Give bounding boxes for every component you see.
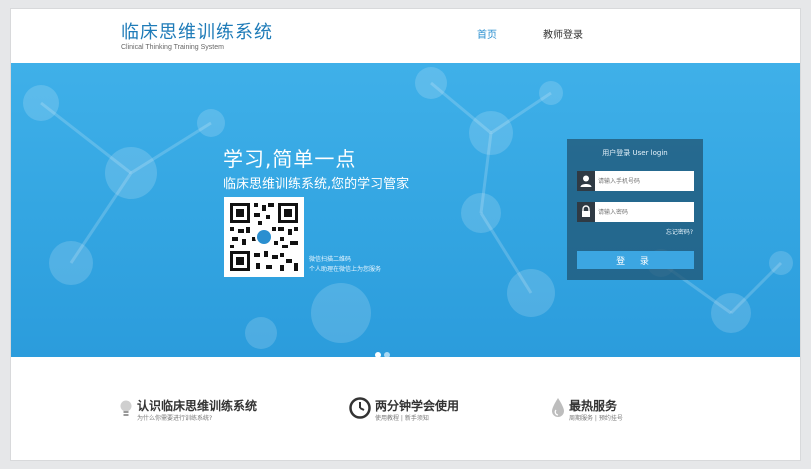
clock-icon xyxy=(349,397,371,419)
qr-note-line1: 微信扫描二维码 xyxy=(309,256,352,263)
logo-title: 临床思维训练系统 xyxy=(121,22,273,43)
feature-about-subtitle: 为什么你需要进行训练系统? xyxy=(137,415,213,422)
phone-input[interactable] xyxy=(598,171,690,191)
browser-frame: 临床思维训练系统 Clinical Thinking Training Syst… xyxy=(11,9,800,460)
lightbulb-icon xyxy=(120,400,132,416)
login-button[interactable]: 登 录 xyxy=(577,251,694,269)
forgot-password-link[interactable]: 忘记密码? xyxy=(666,227,693,236)
feature-tutorial-title: 两分钟学会使用 xyxy=(375,399,460,413)
carousel-dot-1[interactable] xyxy=(375,352,381,357)
drop-icon xyxy=(552,398,564,417)
login-title: 用户登录 User login xyxy=(602,149,668,157)
qr-code-icon xyxy=(224,197,304,277)
feature-services-subtitle: 周期服务 | 预约挂号 xyxy=(569,415,623,422)
feature-services-title: 最热服务 xyxy=(569,399,618,413)
login-panel: 用户登录 User login 请输入手机号码 忘记密码? 登 录 xyxy=(567,139,703,280)
feature-about-title: 认识临床思维训练系统 xyxy=(137,399,258,413)
wechat-qr-code xyxy=(224,197,304,277)
header: 临床思维训练系统 Clinical Thinking Training Syst… xyxy=(11,9,800,63)
banner-slogan-sub: 临床思维训练系统,您的学习管家 xyxy=(223,177,410,192)
lock-icon xyxy=(577,202,595,222)
carousel-indicators xyxy=(375,343,393,357)
carousel-dot-2[interactable] xyxy=(384,352,390,357)
password-input[interactable] xyxy=(598,202,690,222)
qr-note-line2: 个人助理在微信上为您服务 xyxy=(309,266,382,273)
password-field xyxy=(577,202,694,222)
banner-slogan: 学习,简单一点 xyxy=(223,147,357,171)
logo[interactable]: 临床思维训练系统 Clinical Thinking Training Syst… xyxy=(121,22,273,52)
user-icon xyxy=(577,171,595,191)
phone-field xyxy=(577,171,694,191)
logo-subtitle: Clinical Thinking Training System xyxy=(121,44,224,51)
feature-tutorial-subtitle: 使用教程 | 新手须知 xyxy=(375,415,429,422)
nav-home[interactable]: 首页 xyxy=(477,9,497,63)
hero-banner: 学习,简单一点 临床思维训练系统,您的学习管家 微信扫描二维码 个人助理在微信上… xyxy=(11,63,800,357)
nav-teacher-login[interactable]: 教师登录 xyxy=(543,9,583,63)
qr-note: 微信扫描二维码 个人助理在微信上为您服务 xyxy=(309,255,381,275)
